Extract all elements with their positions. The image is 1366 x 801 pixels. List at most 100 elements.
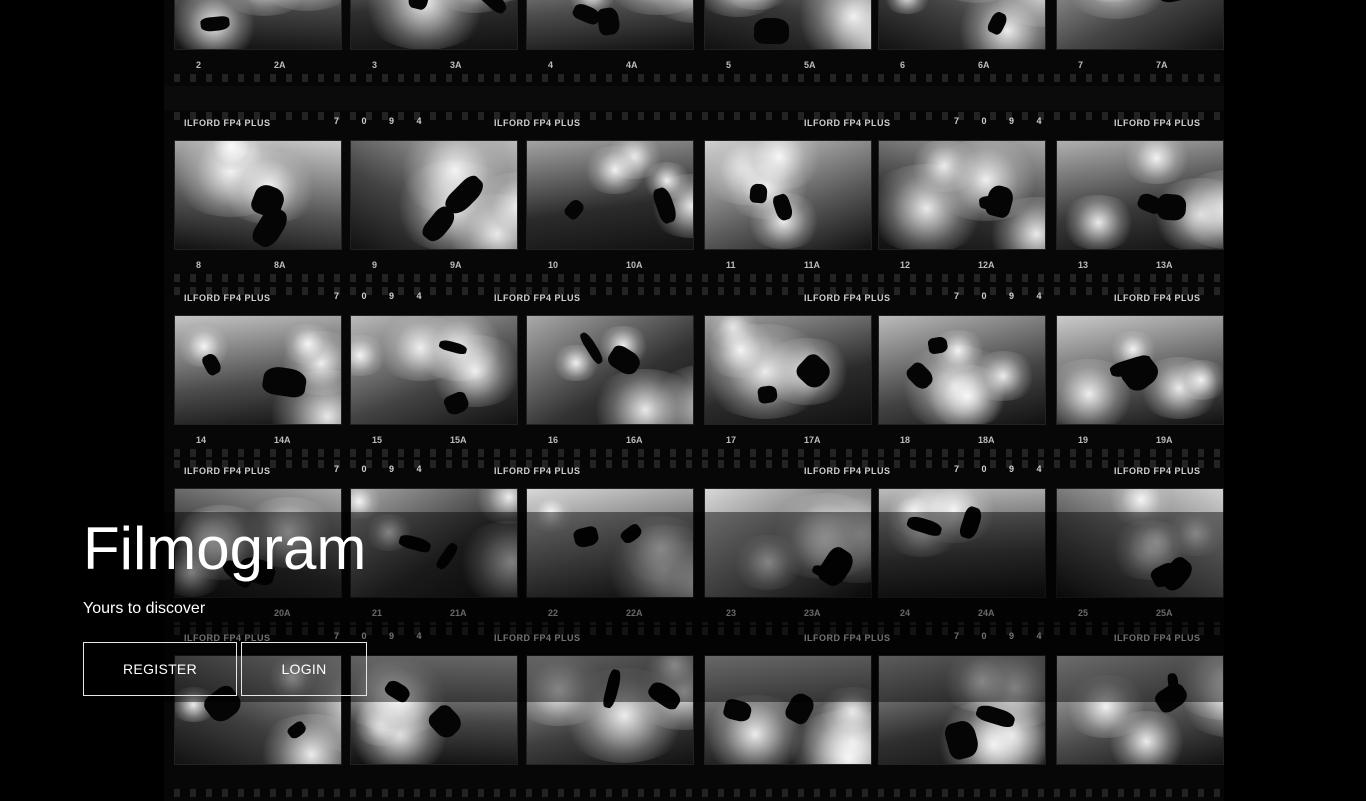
film-brand-label: ILFORD FP4 PLUS: [1114, 293, 1201, 303]
sprocket-holes: [164, 112, 1224, 120]
frame-number: 6A: [978, 60, 990, 70]
film-brand-label: ILFORD FP4 PLUS: [1114, 466, 1201, 476]
frame-number: 18A: [978, 435, 995, 445]
film-brand-label: ILFORD FP4 PLUS: [1114, 118, 1201, 128]
film-frame-photo: [704, 0, 872, 50]
edge-code-label: 7 0 9 4: [334, 291, 432, 301]
film-strip: ILFORD FP4 PLUS 7 0 9 4 ILFORD FP4 PLUS ILF…: [164, 285, 1224, 461]
frame-number: 10: [548, 260, 559, 270]
frame-number: 17A: [804, 435, 821, 445]
photo-swimmer-silhouette: [562, 197, 587, 222]
film-frame-photo: [174, 140, 342, 250]
frame-number: 5A: [804, 60, 816, 70]
frame-number: 16A: [626, 435, 643, 445]
frame-number: 4: [548, 60, 554, 70]
edge-code-label: 7 0 9 4: [334, 464, 432, 474]
photo-cloud-shape: [880, 0, 933, 15]
film-frame-photo: [704, 315, 872, 425]
frame-number: 13: [1078, 260, 1089, 270]
photo-cloud-shape: [423, 335, 517, 408]
film-frame-photo: [1056, 0, 1224, 50]
frame-number: 8A: [274, 260, 286, 270]
photo-swimmer-silhouette: [1156, 192, 1187, 221]
photo-cloud-shape: [279, 323, 338, 364]
frame-number: 3: [372, 60, 378, 70]
photo-cloud-shape: [1059, 194, 1139, 249]
frame-number: 8: [196, 260, 202, 270]
frame-number: 15: [372, 435, 383, 445]
frame-number: 19: [1078, 435, 1089, 445]
photo-cloud-shape: [1118, 141, 1194, 184]
frame-number: 19A: [1156, 435, 1173, 445]
sprocket-holes: [164, 274, 1224, 282]
frame-number: 10A: [626, 260, 643, 270]
film-frame-photo: [526, 140, 694, 250]
photo-cloud-shape: [580, 146, 649, 194]
film-frame-photo: [1056, 140, 1224, 250]
frame-number: 17: [726, 435, 737, 445]
sprocket-holes: [164, 287, 1224, 295]
photo-cloud-shape: [1057, 0, 1178, 19]
photo-swimmer-silhouette: [754, 18, 790, 45]
film-brand-label: ILFORD FP4 PLUS: [494, 293, 581, 303]
photo-swimmer-silhouette: [596, 6, 622, 37]
frame-number: 15A: [450, 435, 467, 445]
film-brand-label: ILFORD FP4 PLUS: [494, 118, 581, 128]
edge-code-label: 7 0 9 4: [954, 291, 1052, 301]
film-brand-label: ILFORD FP4 PLUS: [494, 466, 581, 476]
edge-code-label: 7 0 9 4: [334, 116, 432, 126]
photo-swimmer-silhouette: [748, 183, 768, 205]
frame-number: 14: [196, 435, 207, 445]
photo-cloud-shape: [1102, 711, 1190, 764]
frame-number: 5: [726, 60, 732, 70]
film-frame-photo: [878, 0, 1046, 50]
photo-cloud-shape: [1172, 359, 1223, 401]
film-frame-photo: [878, 140, 1046, 250]
film-brand-label: ILFORD FP4 PLUS: [184, 293, 271, 303]
frame-number: 6: [900, 60, 906, 70]
photo-cloud-shape: [968, 351, 1039, 401]
frame-number: 13A: [1156, 260, 1173, 270]
app-tagline: Yours to discover: [83, 600, 206, 617]
app-title: Filmogram: [83, 515, 367, 582]
frame-number: 2: [196, 60, 202, 70]
film-brand-label: ILFORD FP4 PLUS: [184, 118, 271, 128]
film-frame-photo: [350, 315, 518, 425]
frame-number: 14A: [274, 435, 291, 445]
film-brand-label: ILFORD FP4 PLUS: [804, 118, 891, 128]
frame-number: 2A: [274, 60, 286, 70]
film-frame-photo: [704, 140, 872, 250]
film-frame-photo: [1056, 315, 1224, 425]
frame-number: 4A: [626, 60, 638, 70]
frame-number: 11A: [804, 260, 821, 270]
film-brand-label: ILFORD FP4 PLUS: [804, 293, 891, 303]
frame-number: 7A: [1156, 60, 1168, 70]
film-frame-photo: [174, 0, 342, 50]
frame-number: 3A: [450, 60, 462, 70]
film-frame-photo: [350, 0, 518, 50]
edge-code-label: 7 0 9 4: [954, 116, 1052, 126]
film-strip: ILFORD FP4 PLUS 7 0 9 4 ILFORD FP4 PLUS ILF…: [164, 110, 1224, 286]
film-brand-label: ILFORD FP4 PLUS: [184, 466, 271, 476]
film-strip: ILFORD FP4 PLUS7 0 9 4ILFORD FP4 PLUSILF…: [164, 0, 1224, 86]
frame-number: 18: [900, 435, 911, 445]
frame-number: 9A: [450, 260, 462, 270]
frame-number: 9: [372, 260, 378, 270]
frame-number: 7: [1078, 60, 1084, 70]
sprocket-holes: [164, 449, 1224, 457]
film-brand-label: ILFORD FP4 PLUS: [804, 466, 891, 476]
film-frame-photo: [174, 315, 342, 425]
photo-cloud-shape: [789, 0, 871, 49]
film-frame-photo: [526, 315, 694, 425]
sprocket-holes: [164, 460, 1224, 468]
register-button[interactable]: REGISTER: [83, 642, 237, 696]
frame-number: 11: [726, 260, 736, 270]
frame-number: 12A: [978, 260, 995, 270]
film-frame-photo: [350, 140, 518, 250]
photo-cloud-shape: [586, 369, 693, 424]
film-frame-photo: [526, 0, 694, 50]
login-button[interactable]: LOGIN: [241, 642, 367, 696]
sprocket-holes: [164, 789, 1224, 797]
film-frame-photo: [878, 315, 1046, 425]
edge-code-label: 7 0 9 4: [954, 464, 1052, 474]
